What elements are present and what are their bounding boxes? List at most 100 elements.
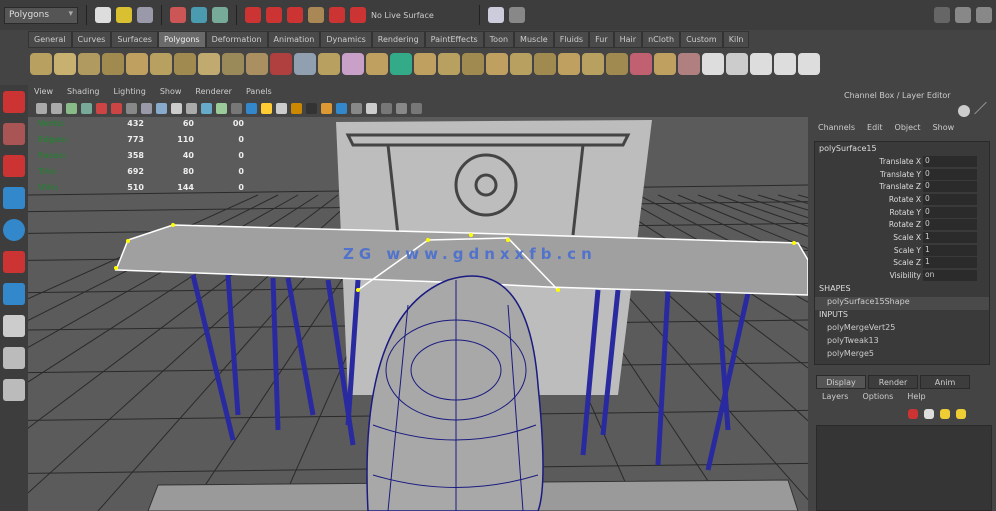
render-view-icon[interactable] [487,7,504,23]
panel-tool-icon[interactable] [321,102,332,114]
panel-tool-icon[interactable] [231,102,242,114]
object-name[interactable]: polySurface15 [815,142,989,155]
shelf-tool-icon[interactable] [462,53,484,75]
shelf-tool-icon[interactable] [582,53,604,75]
attribute-row[interactable]: Scale X1 [815,231,989,244]
channel-menu-channels[interactable]: Channels [818,123,855,132]
shelf-tool-icon[interactable] [30,53,52,75]
shelf-tab-general[interactable]: General [28,31,72,48]
panel-menu-lighting[interactable]: Lighting [113,87,145,97]
panel-tool-icon[interactable] [336,102,347,114]
shelf-tab-dynamics[interactable]: Dynamics [320,31,372,48]
shelf-tab-rendering[interactable]: Rendering [371,31,425,48]
panel-tool-icon[interactable] [36,102,47,114]
move-tool-icon[interactable] [3,187,25,209]
manipulator-icon[interactable] [3,283,25,305]
panel-tool-icon[interactable] [261,102,272,114]
attribute-value[interactable]: 0 [923,219,977,231]
save-scene-icon[interactable] [137,7,153,23]
layer-tab-anim[interactable]: Anim [920,375,970,389]
attribute-row[interactable]: Translate X0 [815,155,989,168]
layer-tab-render[interactable]: Render [868,375,918,389]
select-component-icon[interactable] [212,7,228,23]
panel-tool-icon[interactable] [186,102,197,114]
panel-tool-icon[interactable] [276,102,287,114]
attribute-row[interactable]: Rotate Z0 [815,218,989,231]
panel-tool-icon[interactable] [351,102,362,114]
channel-menu-show[interactable]: Show [933,123,955,132]
new-scene-icon[interactable] [95,7,111,23]
panel-tool-icon[interactable] [381,102,392,114]
attribute-row[interactable]: Scale Y1 [815,244,989,257]
layout-outliner-icon[interactable] [3,379,25,401]
select-tool-icon[interactable] [3,91,25,113]
shelf-tool-icon[interactable] [222,53,244,75]
shelf-tool-icon[interactable] [54,53,76,75]
shelf-tab-surfaces[interactable]: Surfaces [111,31,158,48]
shelf-tab-polygons[interactable]: Polygons [157,31,206,48]
shelf-tool-icon[interactable] [150,53,172,75]
new-layer-selected-icon[interactable] [924,409,934,419]
panel-tool-icon[interactable] [411,102,422,114]
input-node[interactable]: polyMergeVert25 [815,323,989,336]
shelf-tab-ncloth[interactable]: nCloth [642,31,681,48]
panel-menu-panels[interactable]: Panels [246,87,272,97]
shelf-tool-icon[interactable] [294,53,316,75]
move-up-icon[interactable] [940,409,950,419]
attribute-value[interactable]: 0 [923,193,977,205]
shelf-tool-icon[interactable] [774,53,796,75]
attribute-editor-icon[interactable] [955,7,971,23]
shelf-tool-icon[interactable] [726,53,748,75]
select-hierarchy-icon[interactable] [170,7,186,23]
panel-menu-shading[interactable]: Shading [67,87,100,97]
attribute-value[interactable]: 1 [923,231,977,243]
panel-tool-icon[interactable] [291,102,302,114]
panel-tool-icon[interactable] [96,102,107,114]
layout-four-icon[interactable] [3,347,25,369]
shelf-tab-hair[interactable]: Hair [613,31,643,48]
shelf-tool-icon[interactable] [390,53,412,75]
channel-box-icon[interactable] [976,7,992,23]
snap-view-icon[interactable] [308,7,324,23]
panel-menu-renderer[interactable]: Renderer [195,87,232,97]
layer-menu-help[interactable]: Help [907,392,925,401]
shelf-tool-icon[interactable] [630,53,652,75]
attribute-value[interactable]: 1 [923,257,977,269]
attribute-row[interactable]: Translate Y0 [815,168,989,181]
panel-tool-icon[interactable] [141,102,152,114]
snap-point-icon[interactable] [287,7,303,23]
layer-menu-layers[interactable]: Layers [822,392,848,401]
attribute-row[interactable]: Visibility on [815,269,989,282]
attribute-row[interactable]: Rotate X0 [815,193,989,206]
panel-menu-show[interactable]: Show [160,87,182,97]
panel-tool-icon[interactable] [201,102,212,114]
shelf-tool-icon[interactable] [534,53,556,75]
shelf-tab-fur[interactable]: Fur [589,31,614,48]
panel-tool-icon[interactable] [126,102,137,114]
attribute-row[interactable]: Rotate Y0 [815,206,989,219]
lasso-tool-icon[interactable] [3,123,25,145]
render-icon[interactable] [508,7,525,23]
new-layer-icon[interactable] [908,409,918,419]
shelf-tool-icon[interactable] [414,53,436,75]
shelf-tool-icon[interactable] [702,53,724,75]
shelf-tool-icon[interactable] [342,53,364,75]
panel-tool-icon[interactable] [366,102,377,114]
input-node[interactable]: polyMerge5 [815,349,989,362]
move-down-icon[interactable] [956,409,966,419]
shelf-tool-icon[interactable] [198,53,220,75]
shelf-tool-icon[interactable] [798,53,820,75]
channel-menu-edit[interactable]: Edit [867,123,883,132]
shelf-tab-fluids[interactable]: Fluids [553,31,590,48]
mode-selector[interactable]: Polygons [4,6,78,24]
panel-tool-icon[interactable] [216,102,227,114]
shelf-tool-icon[interactable] [102,53,124,75]
input-node[interactable]: polyTweak13 [815,336,989,349]
shelf-tab-kiln[interactable]: Kiln [722,31,750,48]
panel-tool-icon[interactable] [51,102,62,114]
shelf-tool-icon[interactable] [366,53,388,75]
snap-grid-icon[interactable] [245,7,261,23]
viewport-persp[interactable]: View Shading Lighting Show Renderer Panels Ve… [28,85,808,511]
paint-select-icon[interactable] [3,155,25,177]
panel-tool-icon[interactable] [396,102,407,114]
